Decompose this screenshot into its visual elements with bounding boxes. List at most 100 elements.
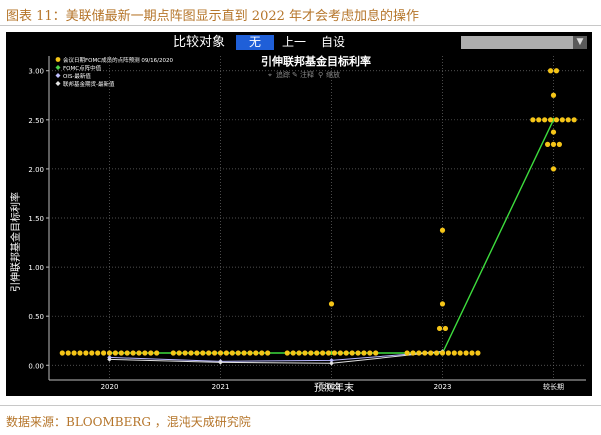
dot-marker <box>436 325 443 332</box>
dot-marker <box>550 92 557 98</box>
dot-marker <box>530 117 536 123</box>
dot-marker <box>422 350 428 356</box>
chart-tool-annotate[interactable]: 注释 <box>300 70 314 79</box>
dot-marker <box>451 350 457 356</box>
dot-marker <box>89 350 95 356</box>
dot-markers <box>59 68 577 356</box>
series-marker <box>329 361 334 366</box>
dot-marker <box>130 350 136 356</box>
dot-marker <box>200 350 206 356</box>
dot-marker <box>206 350 212 356</box>
dot-marker <box>571 117 577 123</box>
dot-marker <box>229 350 235 356</box>
y-tick-label: 0.00 <box>28 362 44 370</box>
dot-marker <box>457 350 463 356</box>
dot-marker <box>259 350 265 356</box>
dot-marker <box>445 350 451 356</box>
dot-marker <box>308 350 314 356</box>
dot-marker <box>434 350 440 356</box>
dot-marker <box>194 350 200 356</box>
dot-marker <box>553 68 560 74</box>
bloomberg-chart-panel: 比较对象 无 上一 自设 ▼ 0.00 0.50 1.00 1.50 2.00 2.50 3… <box>6 32 592 396</box>
dot-marker <box>65 350 71 356</box>
dot-marker <box>290 350 296 356</box>
dot-marker <box>241 350 247 356</box>
dot-marker <box>106 350 113 356</box>
y-tick-label: 1.00 <box>28 264 44 272</box>
dot-marker <box>545 141 551 147</box>
pencil-icon[interactable]: ✎ <box>292 71 298 79</box>
chart-tool-track[interactable]: 追踪 <box>276 70 290 79</box>
y-axis-label: 引伸联邦基金目标利率 <box>9 192 22 292</box>
dot-marker <box>337 350 343 356</box>
dot-marker <box>404 350 410 356</box>
dot-marker <box>361 350 367 356</box>
chart-tools: ⌖ 追踪 ✎ 注释 ⚲ 缩放 <box>268 70 340 79</box>
x-axis-label: 预测年末 <box>314 381 354 394</box>
legend-label: OIS-最新值 <box>63 72 91 80</box>
dot-marker <box>217 350 224 356</box>
dot-marker <box>265 350 271 356</box>
legend-marker <box>55 65 61 70</box>
legend-marker <box>55 57 61 62</box>
dot-marker <box>416 350 422 356</box>
dot-marker <box>410 350 416 356</box>
zoom-icon[interactable]: ⚲ <box>318 71 323 79</box>
dot-marker <box>439 227 446 233</box>
legend-label: FOMC点阵中值 <box>63 64 102 72</box>
dot-marker <box>212 350 218 356</box>
y-tick-label: 1.50 <box>28 215 44 223</box>
dot-marker <box>302 350 308 356</box>
dot-marker <box>83 350 89 356</box>
dot-marker <box>176 350 182 356</box>
chart-tool-zoom[interactable]: 缩放 <box>326 70 340 79</box>
dot-marker <box>95 350 101 356</box>
dot-marker <box>550 129 557 135</box>
caption-rule <box>0 25 601 26</box>
y-tick-label: 2.50 <box>28 117 44 125</box>
legend-marker <box>55 81 61 86</box>
x-tick-label: 较长期 <box>543 382 564 391</box>
dot-marker <box>475 350 481 356</box>
dot-marker <box>325 350 332 356</box>
dot-marker <box>223 350 229 356</box>
x-tick-label: 2021 <box>212 383 230 391</box>
dot-marker <box>550 141 557 147</box>
source-rule <box>0 405 601 406</box>
dot-marker <box>71 350 77 356</box>
dot-marker <box>59 350 65 356</box>
dot-marker <box>355 350 361 356</box>
dot-marker <box>547 68 554 74</box>
dot-marker <box>439 301 446 307</box>
dot-marker <box>442 325 449 332</box>
legend-label: 会议日期FOMC成员的点阵预测 09/16/2020 <box>63 56 174 64</box>
dot-marker <box>320 350 326 356</box>
dot-marker <box>469 350 475 356</box>
dot-marker <box>124 350 130 356</box>
y-tick-label: 0.50 <box>28 313 44 321</box>
y-tick-label: 2.00 <box>28 166 44 174</box>
x-tick-label: 2020 <box>101 383 119 391</box>
dot-marker <box>284 350 290 356</box>
dot-marker <box>136 350 142 356</box>
grid-lines <box>48 56 586 381</box>
dot-marker <box>556 141 563 147</box>
dot-marker <box>253 350 259 356</box>
dot-marker <box>349 350 355 356</box>
y-tick-label: 3.00 <box>28 68 44 76</box>
figure-caption: 图表 11：美联储最新一期点阵图显示直到 2022 年才会考虑加息的操作 <box>6 9 420 24</box>
dot-marker <box>328 301 335 307</box>
dot-marker <box>428 350 434 356</box>
dot-marker <box>553 117 560 123</box>
dot-marker <box>142 350 148 356</box>
dot-marker <box>373 350 379 356</box>
track-icon[interactable]: ⌖ <box>268 71 272 79</box>
dot-marker <box>547 117 554 123</box>
dot-marker <box>439 350 446 356</box>
dot-marker <box>343 350 349 356</box>
dot-marker <box>463 350 469 356</box>
dot-marker <box>170 350 176 356</box>
dot-marker <box>235 350 241 356</box>
dot-marker <box>148 350 154 356</box>
dot-marker <box>188 350 194 356</box>
